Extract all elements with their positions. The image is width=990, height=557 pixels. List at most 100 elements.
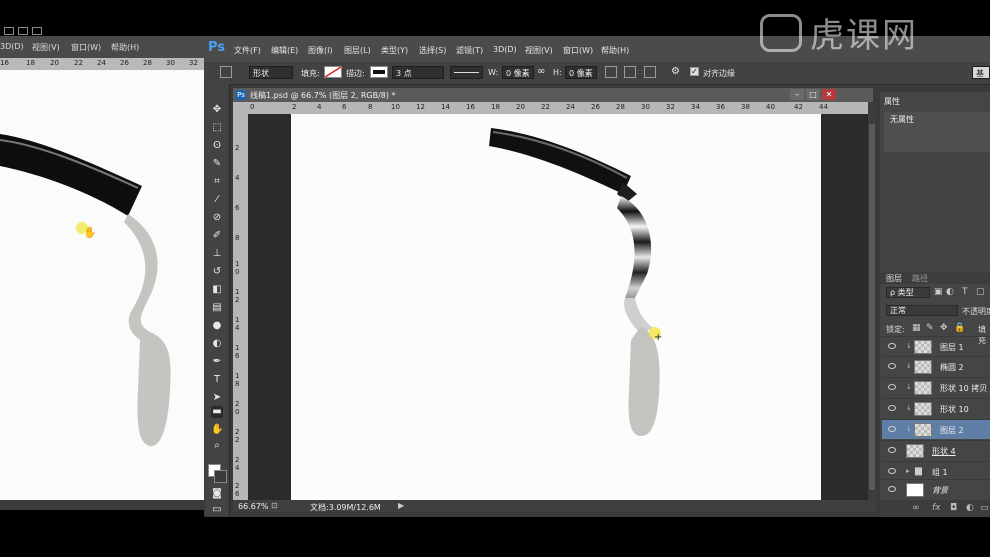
zoom-tool-icon[interactable]: ⌕ [211,440,223,452]
stroke-size-input[interactable]: 3 点 [392,66,444,79]
lasso-tool-icon[interactable]: ʘ [211,140,223,152]
menu-type[interactable]: 类型(Y) [381,45,408,56]
layer-row[interactable]: 背景 [882,479,990,499]
workspace-switcher[interactable]: 基 [972,66,990,79]
left-menu-window[interactable]: 窗口(W) [71,42,101,53]
paths-tab[interactable]: 路径 [912,273,928,284]
stroke-swatch[interactable] [370,66,388,78]
zoom-level[interactable]: 66.67% [238,502,269,511]
visibility-eye-icon[interactable] [888,468,896,474]
layer-row[interactable]: 形状 4 [882,440,990,460]
layer-row[interactable]: ↓ 形状 10 拷贝 [882,377,990,397]
move-tool-icon[interactable]: ✥ [211,104,223,116]
rectangle-tool-icon[interactable]: ▬ [211,406,223,418]
visibility-eye-icon[interactable] [888,405,896,411]
brush-tool-icon[interactable]: ✐ [211,230,223,242]
dodge-tool-icon[interactable]: ◐ [211,338,223,350]
lock-position-icon[interactable]: ✥ [940,323,948,333]
folder-icon[interactable]: ▭ [980,503,989,513]
left-canvas[interactable]: ✋ [0,70,204,500]
menu-file[interactable]: 文件(F) [234,45,261,56]
properties-tab[interactable]: 属性 [884,96,900,107]
close-icon[interactable]: ✕ [822,89,836,100]
layer-row[interactable]: ▸ ▆ 组 1 [882,461,990,481]
pixel-filter-icon[interactable]: ▣ [934,287,943,297]
pen-tool-icon[interactable]: ✒ [211,356,223,368]
document-canvas[interactable]: + [291,114,821,500]
align-icon[interactable] [18,27,28,35]
screen-mode-icon[interactable]: ▭ [211,504,223,516]
stroke-type-select[interactable] [450,66,483,79]
left-menu-help[interactable]: 帮助(H) [111,42,139,53]
ruler-tick: 16 [0,59,9,67]
path-operations-icon[interactable] [605,66,617,78]
height-input[interactable]: 0 像素 [565,66,597,79]
hand-tool-icon[interactable]: ✋ [211,424,223,436]
fill-swatch[interactable] [324,66,342,78]
minimize-icon[interactable]: – [790,89,804,100]
menu-view[interactable]: 视图(V) [525,45,553,56]
blur-tool-icon[interactable]: ● [211,320,223,332]
clone-stamp-tool-icon[interactable]: ⊥ [211,248,223,260]
adjustment-icon[interactable]: ◐ [966,503,974,513]
tool-mode-select[interactable]: 形状 [249,66,293,79]
type-filter-icon[interactable]: T [962,287,968,297]
shape-filter-icon[interactable]: ▢ [976,287,985,297]
type-tool-icon[interactable]: T [211,374,223,386]
path-alignment-icon[interactable] [624,66,636,78]
layers-tab[interactable]: 图层 [886,273,902,284]
width-input[interactable]: 0 像素 [502,66,534,79]
menu-filter[interactable]: 滤镜(T) [456,45,483,56]
status-menu-arrow-icon[interactable]: ▶ [398,501,404,510]
shape-tool-preset-icon[interactable] [220,66,232,78]
fx-icon[interactable]: fx [932,503,941,513]
menu-window[interactable]: 窗口(W) [563,45,593,56]
lock-all-icon[interactable]: 🔒 [954,323,965,333]
menu-3d[interactable]: 3D(D) [493,45,517,54]
eyedropper-tool-icon[interactable]: ⁄ [211,194,223,206]
path-selection-tool-icon[interactable]: ➤ [211,392,223,404]
visibility-eye-icon[interactable] [888,426,896,432]
visibility-eye-icon[interactable] [888,343,896,349]
gear-icon[interactable]: ⚙ [671,66,680,77]
layer-kind-filter[interactable]: ρ 类型 [886,287,930,298]
quick-select-tool-icon[interactable]: ✎ [211,158,223,170]
menu-select[interactable]: 选择(S) [419,45,446,56]
crop-tool-icon[interactable]: ⌗ [211,176,223,188]
eraser-tool-icon[interactable]: ◧ [211,284,223,296]
left-menu-3d[interactable]: 3D(D) [0,42,24,51]
mask-icon[interactable]: ◘ [950,503,957,513]
menu-help[interactable]: 帮助(H) [601,45,629,56]
layer-row[interactable]: ↓ 形状 10 [882,398,990,418]
background-color-swatch[interactable] [214,470,227,483]
align-icon[interactable] [4,27,14,35]
history-brush-tool-icon[interactable]: ↺ [211,266,223,278]
expand-arrow-icon[interactable]: ▸ [906,467,910,475]
gradient-tool-icon[interactable]: ▤ [211,302,223,314]
healing-brush-tool-icon[interactable]: ⊘ [211,212,223,224]
visibility-eye-icon[interactable] [888,486,896,492]
visibility-eye-icon[interactable] [888,447,896,453]
link-icon[interactable]: ∞ [912,503,920,513]
visibility-eye-icon[interactable] [888,384,896,390]
adjustment-filter-icon[interactable]: ◐ [946,287,954,297]
visibility-eye-icon[interactable] [888,363,896,369]
quick-mask-icon[interactable]: ◙ [211,488,223,500]
lock-transparent-icon[interactable]: ▦ [912,323,921,333]
menu-layer[interactable]: 图层(L) [344,45,371,56]
link-dimensions-icon[interactable]: ∞ [537,66,545,77]
marquee-tool-icon[interactable]: ⬚ [211,122,223,134]
menu-image[interactable]: 图像(I) [308,45,333,56]
left-menu-view[interactable]: 视图(V) [32,42,60,53]
maximize-icon[interactable]: □ [806,89,820,100]
menu-edit[interactable]: 编辑(E) [271,45,298,56]
align-edges-checkbox[interactable]: ✓ [690,67,699,76]
layer-row[interactable]: ↓ 图层 1 [882,336,990,356]
lock-pixels-icon[interactable]: ✎ [926,323,934,333]
blend-mode-select[interactable]: 正常 [886,305,958,316]
align-icon[interactable] [32,27,42,35]
layer-row[interactable]: ↓ 椭圆 2 [882,356,990,376]
vertical-scrollbar-thumb[interactable] [869,124,875,490]
layer-row-selected[interactable]: ↓ 图层 2 [882,419,990,439]
path-arrangement-icon[interactable] [644,66,656,78]
